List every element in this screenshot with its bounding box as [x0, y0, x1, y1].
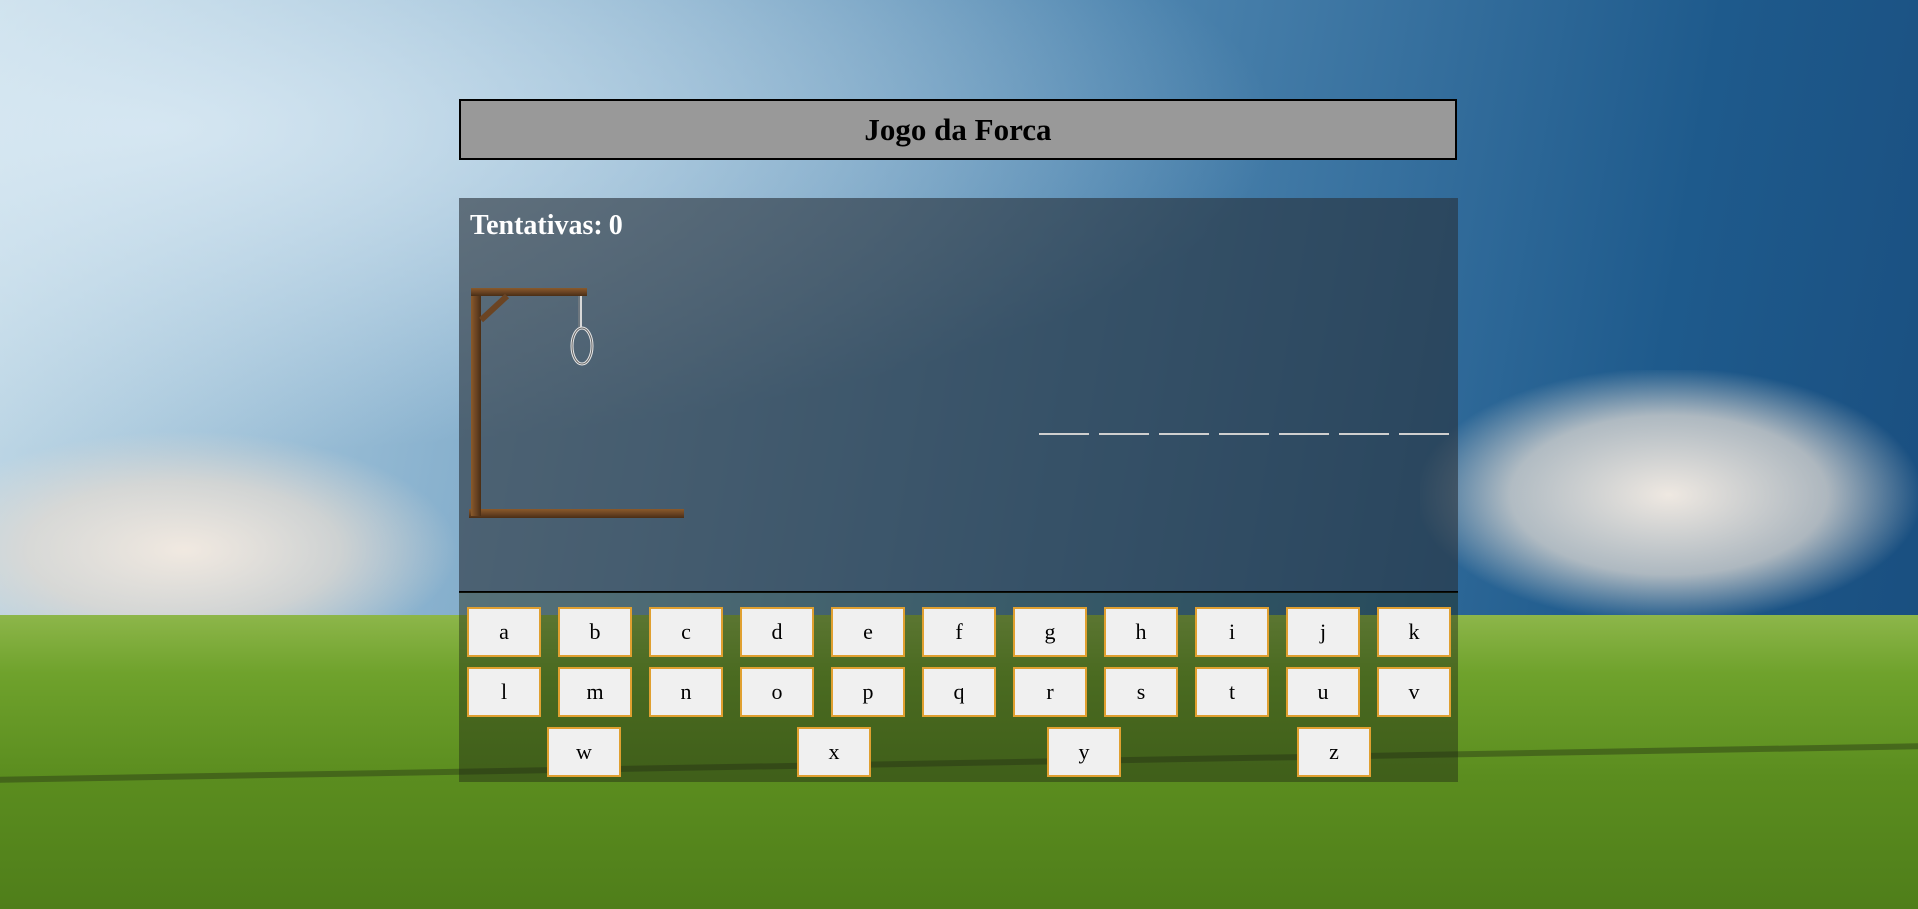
- key-r[interactable]: r: [1013, 667, 1087, 717]
- gallows-pole: [471, 288, 481, 516]
- key-a[interactable]: a: [467, 607, 541, 657]
- key-h[interactable]: h: [1104, 607, 1178, 657]
- attempts-label: Tentativas:: [470, 210, 603, 241]
- key-i[interactable]: i: [1195, 607, 1269, 657]
- key-f[interactable]: f: [922, 607, 996, 657]
- key-y[interactable]: y: [1047, 727, 1121, 777]
- letter-slot: [1279, 433, 1329, 435]
- gallows-icon: [469, 288, 684, 518]
- letter-slot: [1159, 433, 1209, 435]
- key-q[interactable]: q: [922, 667, 996, 717]
- key-g[interactable]: g: [1013, 607, 1087, 657]
- clouds-left: [0, 430, 460, 630]
- gallows-base: [469, 509, 684, 518]
- letter-slot: [1039, 433, 1089, 435]
- key-x[interactable]: x: [797, 727, 871, 777]
- key-k[interactable]: k: [1377, 607, 1451, 657]
- attempts-counter: Tentativas: 0: [470, 210, 623, 242]
- letter-slot: [1339, 433, 1389, 435]
- key-u[interactable]: u: [1286, 667, 1360, 717]
- letter-slot: [1399, 433, 1449, 435]
- game-panel: Tentativas: 0: [459, 198, 1458, 593]
- letter-keyboard: abcdefghijk lmnopqrstuv w x y z: [459, 592, 1458, 782]
- letter-slot: [1099, 433, 1149, 435]
- key-t[interactable]: t: [1195, 667, 1269, 717]
- letter-slot: [1219, 433, 1269, 435]
- key-z[interactable]: z: [1297, 727, 1371, 777]
- word-slots: [1039, 433, 1449, 435]
- key-s[interactable]: s: [1104, 667, 1178, 717]
- game-header: Jogo da Forca: [459, 99, 1457, 160]
- key-o[interactable]: o: [740, 667, 814, 717]
- key-l[interactable]: l: [467, 667, 541, 717]
- key-b[interactable]: b: [558, 607, 632, 657]
- key-c[interactable]: c: [649, 607, 723, 657]
- key-v[interactable]: v: [1377, 667, 1451, 717]
- key-e[interactable]: e: [831, 607, 905, 657]
- game-title: Jogo da Forca: [864, 111, 1052, 147]
- key-m[interactable]: m: [558, 667, 632, 717]
- key-d[interactable]: d: [740, 607, 814, 657]
- gallows-brace: [478, 293, 510, 323]
- gallows-beam: [471, 288, 587, 296]
- key-j[interactable]: j: [1286, 607, 1360, 657]
- key-w[interactable]: w: [547, 727, 621, 777]
- key-n[interactable]: n: [649, 667, 723, 717]
- attempts-value: 0: [608, 210, 623, 241]
- clouds-right: [1420, 370, 1918, 620]
- key-p[interactable]: p: [831, 667, 905, 717]
